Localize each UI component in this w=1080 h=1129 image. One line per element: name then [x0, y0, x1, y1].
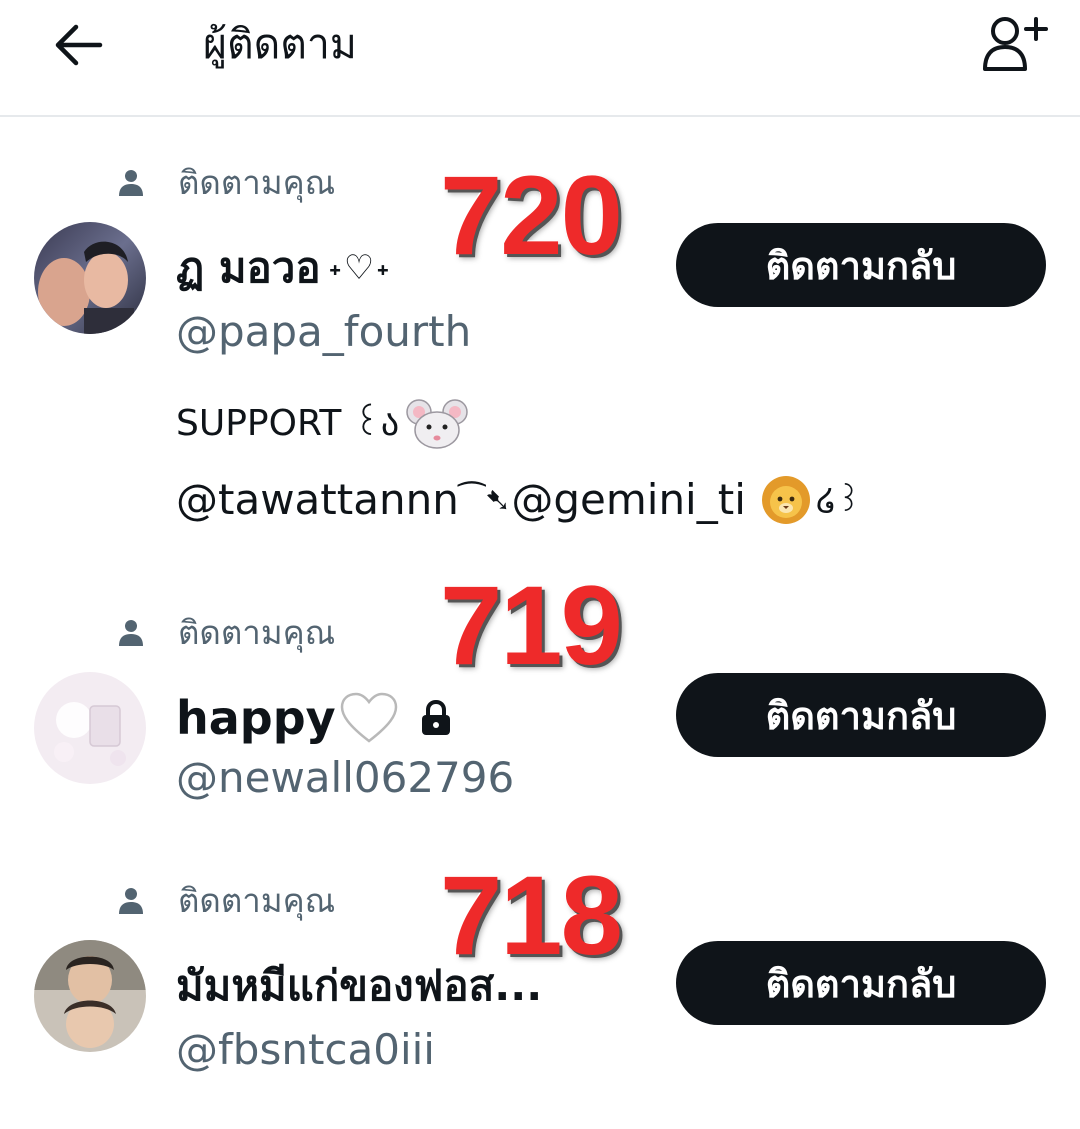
bio-decoration: ⁀➷ — [458, 481, 512, 519]
overlay-count: 719 — [440, 563, 623, 688]
person-icon — [116, 168, 146, 198]
user-handle[interactable]: @newall062796 — [176, 750, 514, 806]
follower-row[interactable]: ติดตามคุณ มัมหมีแก่ของฟอส... @fbsntca0ii… — [0, 830, 1080, 1129]
bio-line: @tawattannn ⁀➷ @gemini_ti ໒꒱ — [176, 474, 861, 526]
lion-emoji — [760, 474, 812, 526]
follow-back-button[interactable]: ติดตามกลับ — [676, 673, 1046, 757]
follow-back-button[interactable]: ติดตามกลับ — [676, 223, 1046, 307]
follow-back-button[interactable]: ติดตามกลับ — [676, 941, 1046, 1025]
overlay-count: 718 — [440, 853, 623, 978]
mention-link[interactable]: @gemini_ti — [511, 474, 746, 526]
user-handle[interactable]: @papa_fourth — [176, 304, 471, 360]
bio-decoration: ໒꒱ — [815, 481, 862, 519]
mention-link[interactable]: @tawattannn — [176, 474, 459, 526]
bio-line: SUPPORT ꒰ა — [176, 396, 469, 452]
avatar[interactable] — [34, 672, 146, 784]
follower-row[interactable]: ติดตามคุณ ฏ มอวอ ˖♡˖ @papa_fourth SUPPOR… — [0, 0, 1080, 560]
person-icon — [116, 618, 146, 648]
bio-text: SUPPORT ꒰ა — [176, 403, 400, 444]
follows-you-indicator: ติดตามคุณ — [116, 878, 335, 924]
name-decoration: ˖♡˖ — [328, 248, 392, 288]
follows-you-indicator: ติดตามคุณ — [116, 610, 335, 656]
white-heart-emoji — [338, 691, 400, 745]
follows-you-label: ติดตามคุณ — [178, 613, 336, 652]
mouse-emoji — [405, 396, 469, 452]
follower-row[interactable]: ติดตามคุณ happy @newall062796 ติดตามกลับ… — [0, 560, 1080, 830]
follows-you-indicator: ติดตามคุณ — [116, 160, 335, 206]
follows-you-label: ติดตามคุณ — [178, 163, 336, 202]
display-name-text: ฏ มอวอ — [176, 243, 321, 292]
user-handle[interactable]: @fbsntca0iii — [176, 1022, 435, 1078]
display-name[interactable]: happy — [176, 690, 456, 746]
display-name[interactable]: ฏ มอวอ ˖♡˖ — [176, 240, 392, 296]
avatar[interactable] — [34, 222, 146, 334]
follows-you-label: ติดตามคุณ — [178, 881, 336, 920]
person-icon — [116, 886, 146, 916]
lock-icon — [416, 698, 456, 738]
overlay-count: 720 — [440, 153, 623, 278]
avatar[interactable] — [34, 940, 146, 1052]
display-name-text: happy — [176, 691, 336, 745]
